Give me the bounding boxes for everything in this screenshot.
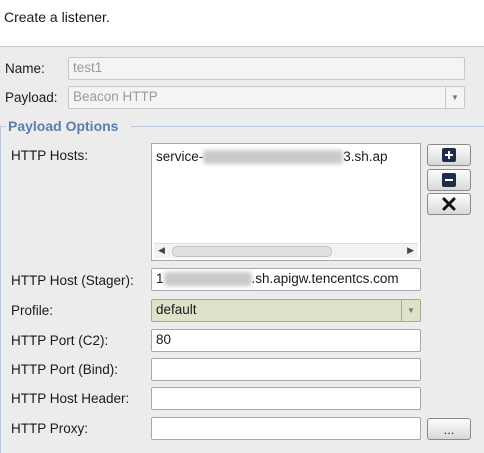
name-field[interactable]: test1: [68, 57, 465, 80]
chevron-down-icon: ▼: [445, 87, 464, 108]
list-item[interactable]: service- 3.sh.ap: [156, 149, 388, 165]
profile-select-value: default: [156, 302, 197, 317]
chevron-down-icon: ▼: [401, 300, 420, 321]
port-c2-label: HTTP Port (C2):: [11, 333, 109, 348]
plus-icon: [442, 148, 456, 162]
port-bind-label: HTTP Port (Bind):: [11, 362, 119, 377]
name-label: Name:: [5, 61, 45, 76]
scroll-right-icon[interactable]: ▶: [407, 245, 414, 256]
http-hosts-label: HTTP Hosts:: [11, 148, 89, 163]
minus-icon: [442, 173, 456, 187]
port-bind-field[interactable]: [151, 358, 421, 381]
section-border: [0, 126, 1, 453]
clear-hosts-button[interactable]: [427, 193, 471, 215]
dialog-header: Create a listener.: [0, 0, 484, 47]
proxy-label: HTTP Proxy:: [11, 421, 89, 436]
http-host-suffix: 3.sh.ap: [343, 149, 388, 164]
payload-options-title: Payload Options: [8, 118, 119, 134]
profile-label: Profile:: [11, 303, 54, 318]
redacted-text: [163, 272, 252, 287]
scrollbar-thumb[interactable]: [172, 246, 332, 257]
stager-field[interactable]: 1 .sh.apigw.tencentcs.com: [151, 268, 421, 291]
host-header-field[interactable]: [151, 387, 421, 410]
profile-select[interactable]: default ▼: [151, 299, 421, 322]
payload-select-value: Beacon HTTP: [73, 89, 158, 104]
http-hosts-list[interactable]: service- 3.sh.ap ◀ ▶: [151, 143, 421, 261]
add-host-button[interactable]: [427, 144, 471, 166]
dialog-title: Create a listener.: [4, 9, 110, 25]
x-icon: [442, 197, 456, 211]
payload-select[interactable]: Beacon HTTP ▼: [68, 86, 465, 109]
host-header-label: HTTP Host Header:: [11, 391, 130, 406]
scroll-left-icon[interactable]: ◀: [158, 245, 165, 256]
horizontal-scrollbar[interactable]: ◀ ▶: [154, 243, 418, 258]
payload-label: Payload:: [5, 90, 58, 105]
proxy-settings-button[interactable]: ...: [427, 418, 471, 440]
proxy-field[interactable]: [151, 417, 421, 440]
redacted-text: [203, 150, 344, 165]
remove-host-button[interactable]: [427, 169, 471, 191]
port-c2-field[interactable]: 80: [151, 329, 421, 352]
stager-prefix: 1: [156, 271, 164, 286]
http-host-prefix: service-: [156, 149, 204, 164]
section-divider: [131, 126, 484, 127]
stager-suffix: .sh.apigw.tencentcs.com: [251, 271, 399, 286]
stager-label: HTTP Host (Stager):: [11, 273, 134, 288]
